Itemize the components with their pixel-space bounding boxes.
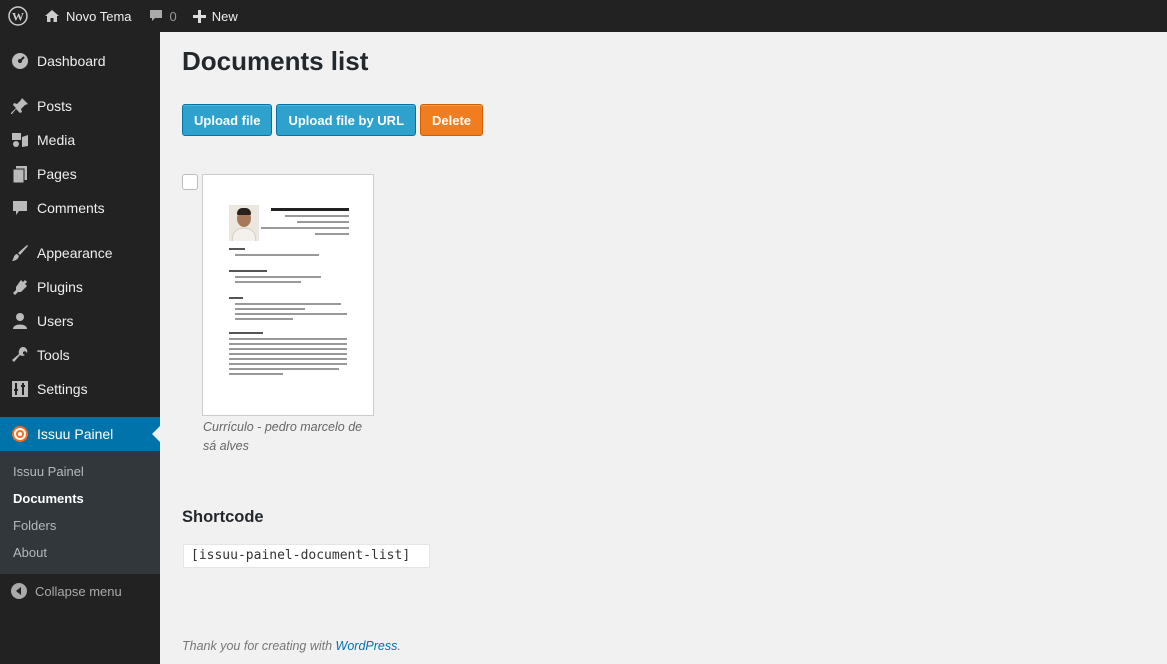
delete-button[interactable]: Delete bbox=[420, 104, 484, 136]
sidebar-item-label: Dashboard bbox=[37, 53, 106, 69]
resume-photo bbox=[229, 205, 259, 241]
sidebar-item-tools[interactable]: Tools bbox=[0, 338, 160, 372]
sidebar-item-label: Plugins bbox=[37, 279, 83, 295]
document-thumbnail[interactable] bbox=[202, 174, 374, 416]
admin-sidebar: Dashboard Posts Media Pages Comments App… bbox=[0, 32, 160, 664]
footer-suffix: . bbox=[397, 639, 401, 653]
comments-count: 0 bbox=[169, 8, 177, 24]
sidebar-item-label: Posts bbox=[37, 98, 73, 114]
sidebar-item-label: Tools bbox=[37, 347, 70, 363]
sidebar-item-comments[interactable]: Comments bbox=[0, 191, 160, 225]
footer-text: Thank you for creating with WordPress. bbox=[182, 639, 401, 653]
user-icon bbox=[10, 311, 30, 331]
sidebar-item-settings[interactable]: Settings bbox=[0, 372, 160, 406]
plus-icon bbox=[192, 9, 206, 23]
settings-icon bbox=[10, 379, 30, 399]
document-caption[interactable]: Currículo - pedro marcelo de sá alves bbox=[203, 418, 375, 456]
page-title: Documents list bbox=[182, 46, 369, 76]
sidebar-item-label: Media bbox=[37, 132, 76, 148]
new-content-link[interactable]: New bbox=[185, 0, 246, 32]
media-icon bbox=[10, 130, 30, 150]
sidebar-item-label: Settings bbox=[37, 381, 88, 397]
sidebar-item-issuu-painel[interactable]: Issuu Painel bbox=[0, 417, 160, 451]
action-buttons: Upload file Upload file by URL Delete bbox=[182, 104, 1142, 136]
sidebar-item-label: Appearance bbox=[37, 245, 113, 261]
issuu-icon bbox=[10, 424, 30, 444]
sidebar-item-pages[interactable]: Pages bbox=[0, 157, 160, 191]
pin-icon bbox=[10, 96, 30, 116]
new-label: New bbox=[211, 8, 238, 24]
submenu-documents[interactable]: Documents bbox=[0, 485, 160, 512]
sidebar-item-label: Users bbox=[37, 313, 74, 329]
pages-icon bbox=[10, 164, 30, 184]
wordpress-link[interactable]: WordPress bbox=[336, 639, 398, 653]
comments-link[interactable]: 0 bbox=[140, 0, 185, 32]
sidebar-item-dashboard[interactable]: Dashboard bbox=[0, 44, 160, 78]
site-name-link[interactable]: Novo Tema bbox=[36, 0, 140, 32]
sidebar-item-plugins[interactable]: Plugins bbox=[0, 270, 160, 304]
wordpress-logo-icon[interactable]: W bbox=[0, 0, 36, 32]
dashboard-icon bbox=[10, 51, 30, 71]
submenu-folders[interactable]: Folders bbox=[0, 512, 160, 539]
resume-preview-image bbox=[227, 201, 353, 381]
comment-icon bbox=[10, 198, 30, 218]
admin-bar: W Novo Tema 0 New bbox=[0, 0, 1167, 32]
sidebar-item-label: Issuu Painel bbox=[37, 426, 114, 442]
submenu-issuu-painel[interactable]: Issuu Painel bbox=[0, 458, 160, 485]
document-checkbox[interactable] bbox=[182, 174, 198, 190]
sidebar-item-label: Pages bbox=[37, 166, 77, 182]
sidebar-item-media[interactable]: Media bbox=[0, 123, 160, 157]
plug-icon bbox=[10, 277, 30, 297]
submenu-about[interactable]: About bbox=[0, 539, 160, 566]
shortcode-value[interactable]: [issuu-painel-document-list] bbox=[183, 544, 430, 568]
sidebar-item-users[interactable]: Users bbox=[0, 304, 160, 338]
collapse-arrow-icon bbox=[11, 583, 27, 599]
sidebar-item-appearance[interactable]: Appearance bbox=[0, 236, 160, 270]
wrench-icon bbox=[10, 345, 30, 365]
sidebar-item-label: Comments bbox=[37, 200, 105, 216]
site-name: Novo Tema bbox=[66, 8, 132, 24]
comment-icon bbox=[148, 9, 164, 23]
svg-text:W: W bbox=[12, 10, 24, 24]
main-content: Documents list Upload file Upload file b… bbox=[182, 32, 1142, 568]
issuu-submenu: Issuu Painel Documents Folders About bbox=[0, 451, 160, 574]
shortcode-heading: Shortcode bbox=[182, 508, 264, 526]
upload-file-by-url-button[interactable]: Upload file by URL bbox=[276, 104, 417, 136]
upload-file-button[interactable]: Upload file bbox=[182, 104, 273, 136]
home-icon bbox=[44, 9, 60, 23]
brush-icon bbox=[10, 243, 30, 263]
sidebar-item-posts[interactable]: Posts bbox=[0, 89, 160, 123]
collapse-label: Collapse menu bbox=[35, 583, 122, 599]
footer-thanks: Thank you for creating with bbox=[182, 639, 336, 653]
collapse-menu-button[interactable]: Collapse menu bbox=[0, 574, 160, 608]
